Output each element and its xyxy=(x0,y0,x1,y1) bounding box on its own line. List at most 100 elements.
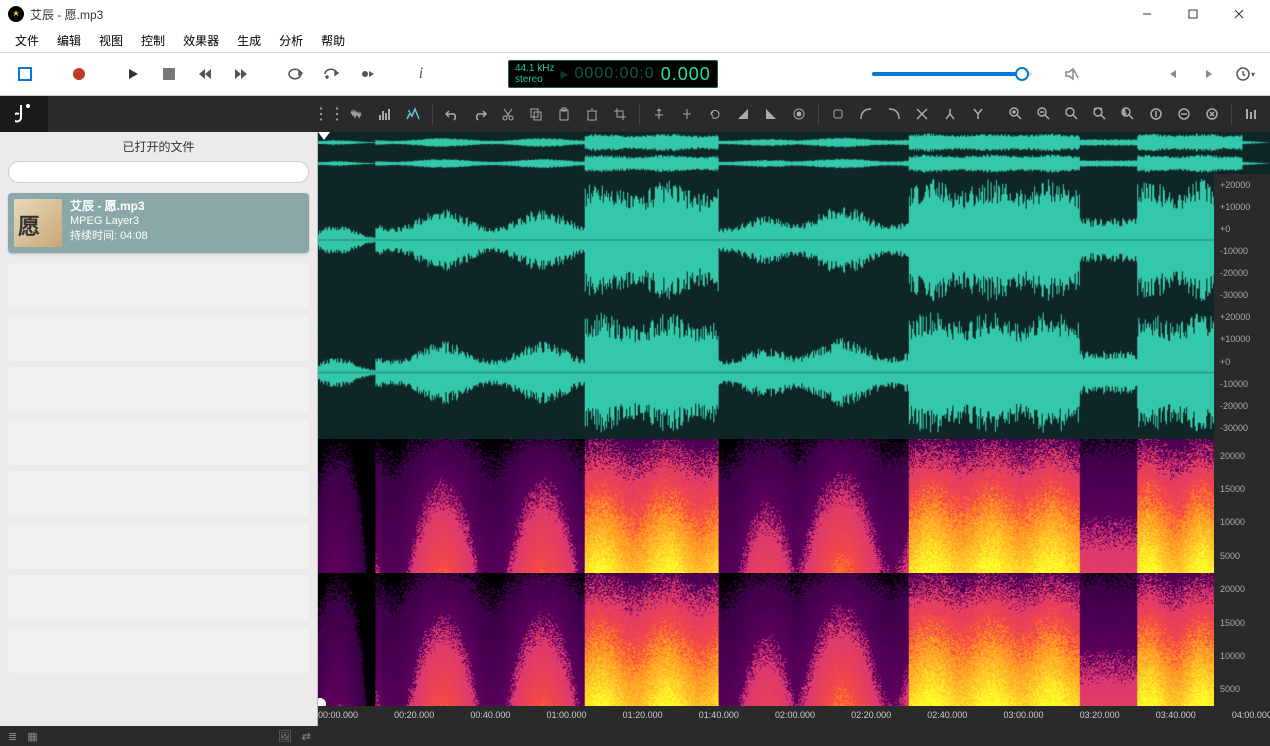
menu-help[interactable]: 帮助 xyxy=(312,29,354,52)
close-button[interactable] xyxy=(1216,0,1262,28)
menu-file[interactable]: 文件 xyxy=(6,29,48,52)
zoom-out-icon[interactable] xyxy=(1031,101,1057,127)
empty-slot xyxy=(8,575,309,621)
spectrogram-right[interactable]: 2000015000100005000 xyxy=(318,573,1270,707)
stop-button[interactable] xyxy=(154,59,184,89)
status-bar: ≣ ▦ 🖼 ⇄ xyxy=(0,726,1270,746)
grip-icon[interactable]: ⋮⋮ xyxy=(316,101,342,127)
vzoom-fit-icon[interactable] xyxy=(1199,101,1225,127)
loop-button[interactable] xyxy=(280,59,310,89)
zoom-fit-icon[interactable] xyxy=(1087,101,1113,127)
menu-analyze[interactable]: 分析 xyxy=(270,29,312,52)
sample-rate-label: 44.1 kHz xyxy=(515,63,554,74)
file-card[interactable]: 艾辰 - 愿.mp3 MPEG Layer3 持续时间: 04:08 ⚭▸ xyxy=(8,193,309,253)
transport-toolbar: i 44.1 kHz stereo ▸ 0000:00:00.000 ▾ xyxy=(0,52,1270,96)
spectral-view-icon[interactable] xyxy=(400,101,426,127)
zoom-in-icon[interactable] xyxy=(1003,101,1029,127)
file-duration: 持续时间: 04:08 xyxy=(70,229,303,244)
delete-icon[interactable] xyxy=(579,101,605,127)
forward-button[interactable] xyxy=(226,59,256,89)
anchor-loop-icon[interactable] xyxy=(702,101,728,127)
bars-view-icon[interactable] xyxy=(372,101,398,127)
vzoom-in-icon[interactable] xyxy=(1143,101,1169,127)
status-list-icon[interactable]: ≣ xyxy=(8,730,17,743)
redo-icon[interactable] xyxy=(467,101,493,127)
marker-icon[interactable] xyxy=(825,101,851,127)
curve1-icon[interactable] xyxy=(853,101,879,127)
empty-slot xyxy=(8,419,309,465)
file-name: 艾辰 - 愿.mp3 xyxy=(70,199,303,214)
counter-gray: 0000:00:0 xyxy=(575,65,655,83)
time-counter: 44.1 kHz stereo ▸ 0000:00:00.000 xyxy=(508,60,718,88)
mute-button[interactable] xyxy=(1056,59,1086,89)
waveform-left[interactable]: +20000+10000+0-10000-20000-30000 xyxy=(318,174,1270,307)
normalize-icon[interactable] xyxy=(786,101,812,127)
cross-icon[interactable] xyxy=(909,101,935,127)
empty-slot xyxy=(8,367,309,413)
menu-edit[interactable]: 编辑 xyxy=(48,29,90,52)
fade-in-icon[interactable] xyxy=(730,101,756,127)
nav-fwd-button[interactable] xyxy=(1194,59,1224,89)
volume-slider[interactable] xyxy=(872,72,1032,76)
rewind-button[interactable] xyxy=(190,59,220,89)
freq-scale-right: 2000015000100005000 xyxy=(1214,573,1270,707)
record-to-new-button[interactable] xyxy=(352,59,382,89)
file-thumbnail xyxy=(14,199,62,247)
menu-bar: 文件 编辑 视图 控制 效果器 生成 分析 帮助 xyxy=(0,28,1270,52)
history-button[interactable]: ▾ xyxy=(1230,59,1260,89)
empty-slot xyxy=(8,523,309,569)
nav-back-button[interactable] xyxy=(1158,59,1188,89)
merge-icon[interactable] xyxy=(965,101,991,127)
tab-indicator[interactable] xyxy=(0,96,48,132)
amp-scale-left: +20000+10000+0-10000-20000-30000 xyxy=(1214,174,1270,307)
menu-effects[interactable]: 效果器 xyxy=(174,29,228,52)
curve2-icon[interactable] xyxy=(881,101,907,127)
anchor-mid-icon[interactable] xyxy=(674,101,700,127)
fade-out-icon[interactable] xyxy=(758,101,784,127)
sidebar: 已打开的文件 艾辰 - 愿.mp3 MPEG Layer3 持续时间: 04:0… xyxy=(0,132,318,726)
undo-icon[interactable] xyxy=(439,101,465,127)
zoom-sel-icon[interactable] xyxy=(1059,101,1085,127)
app-icon xyxy=(8,6,24,22)
empty-slot xyxy=(8,627,309,673)
zoom-1to1-icon[interactable]: 1 xyxy=(1115,101,1141,127)
minimize-button[interactable] xyxy=(1124,0,1170,28)
time-ruler[interactable]: 00:00.00000:20.00000:40.00001:00.00001:2… xyxy=(318,706,1270,726)
menu-control[interactable]: 控制 xyxy=(132,29,174,52)
amp-scale-right: +20000+10000+0-10000-20000-30000 xyxy=(1214,306,1270,439)
status-grid-icon[interactable]: ▦ xyxy=(27,730,37,743)
window-title: 艾辰 - 愿.mp3 xyxy=(30,6,103,23)
menu-view[interactable]: 视图 xyxy=(90,29,132,52)
cut-icon[interactable] xyxy=(495,101,521,127)
levels-icon[interactable] xyxy=(1238,101,1264,127)
sidebar-header: 已打开的文件 xyxy=(0,132,317,161)
menu-generate[interactable]: 生成 xyxy=(228,29,270,52)
status-image-icon[interactable]: 🖼 xyxy=(278,730,292,743)
empty-slot xyxy=(8,315,309,361)
info-button[interactable]: i xyxy=(406,59,436,89)
channels-label: stereo xyxy=(515,74,554,85)
counter-green: 0.000 xyxy=(661,64,711,85)
empty-slot xyxy=(8,471,309,517)
tools-toolbar: ⋮⋮ 1 xyxy=(0,96,1270,132)
paste-icon[interactable] xyxy=(551,101,577,127)
anchor-start-icon[interactable] xyxy=(646,101,672,127)
waveform-right[interactable]: +20000+10000+0-10000-20000-30000 xyxy=(318,306,1270,439)
svg-text:1: 1 xyxy=(1123,110,1126,116)
overview-waveform[interactable] xyxy=(318,132,1270,174)
copy-icon[interactable] xyxy=(523,101,549,127)
loop-selection-button[interactable] xyxy=(316,59,346,89)
vzoom-out-icon[interactable] xyxy=(1171,101,1197,127)
stop-to-start-button[interactable] xyxy=(10,59,40,89)
empty-slot xyxy=(8,263,309,309)
search-input[interactable] xyxy=(8,161,309,183)
crop-icon[interactable] xyxy=(607,101,633,127)
split-icon[interactable] xyxy=(937,101,963,127)
file-codec: MPEG Layer3 xyxy=(70,214,303,229)
maximize-button[interactable] xyxy=(1170,0,1216,28)
record-button[interactable] xyxy=(64,59,94,89)
waveform-view-icon[interactable] xyxy=(344,101,370,127)
play-button[interactable] xyxy=(118,59,148,89)
spectrogram-left[interactable]: 2000015000100005000 xyxy=(318,439,1270,573)
status-swap-icon[interactable]: ⇄ xyxy=(302,730,311,743)
